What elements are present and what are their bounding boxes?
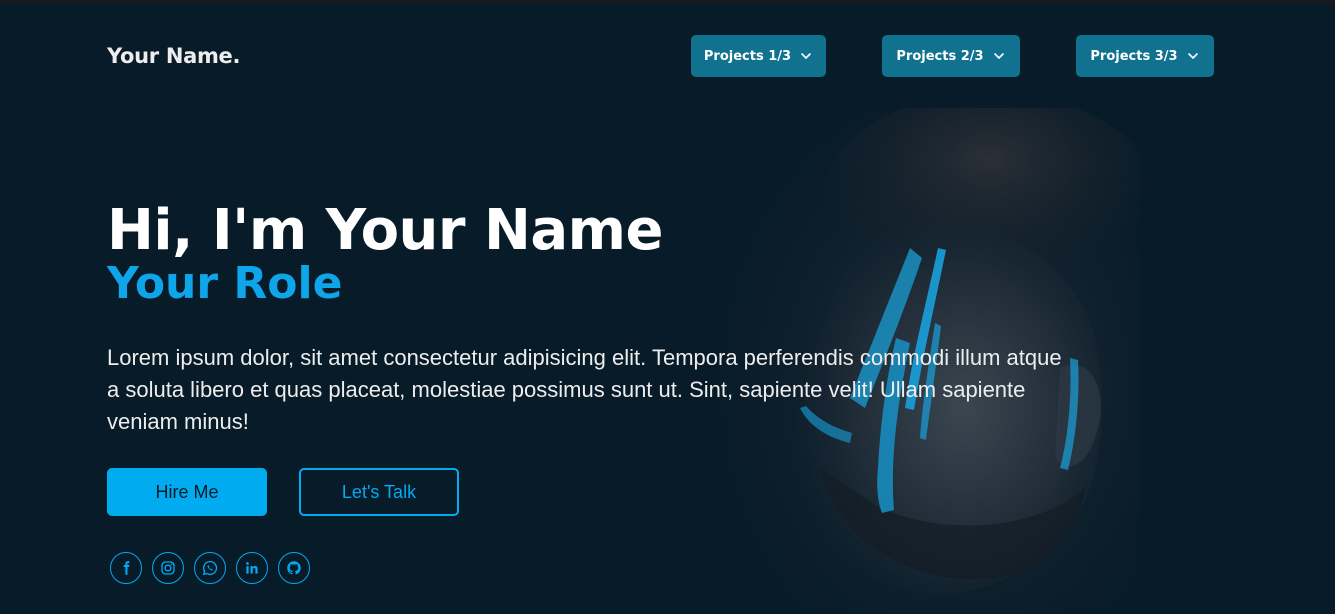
instagram-icon[interactable] [152, 552, 184, 584]
nav-projects-2-button[interactable]: Projects 2/3 [882, 35, 1020, 77]
nav-projects-1-button[interactable]: Projects 1/3 [691, 35, 826, 77]
whatsapp-icon[interactable] [194, 552, 226, 584]
hero-description: Lorem ipsum dolor, sit amet consectetur … [107, 345, 1062, 434]
top-strip [0, 0, 1335, 4]
nav-label: Projects 3/3 [1090, 48, 1178, 64]
facebook-icon[interactable] [110, 552, 142, 584]
logo[interactable]: Your Name. [107, 44, 240, 68]
nav-projects-3-button[interactable]: Projects 3/3 [1076, 35, 1214, 77]
github-icon[interactable] [278, 552, 310, 584]
hire-me-button[interactable]: Hire Me [107, 468, 267, 516]
chevron-down-icon [799, 49, 813, 63]
nav-label: Projects 2/3 [896, 48, 984, 64]
lets-talk-button[interactable]: Let's Talk [299, 468, 459, 516]
hero-title: Hi, I'm Your Name [107, 198, 664, 263]
chevron-down-icon [992, 49, 1006, 63]
hero-role: Your Role [107, 258, 343, 309]
linkedin-icon[interactable] [236, 552, 268, 584]
chevron-down-icon [1186, 49, 1200, 63]
nav-label: Projects 1/3 [703, 48, 792, 64]
